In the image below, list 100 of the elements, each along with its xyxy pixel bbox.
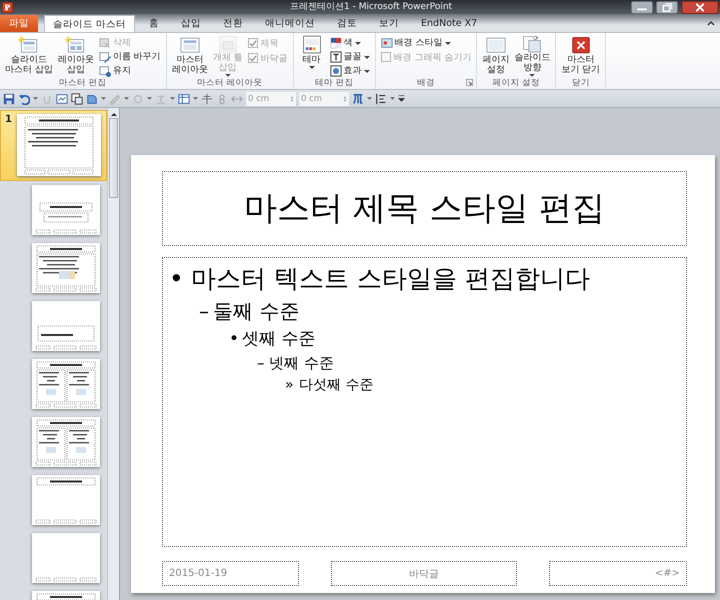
group-label: 닫기 [572,77,590,89]
slide-thumbnail[interactable] [32,185,100,235]
caret-icon [529,74,536,77]
slide-thumbnail[interactable] [32,243,100,293]
group-label: 페이지 설정 [492,77,540,89]
slide-number: 1 [5,114,13,125]
slide-thumbnail[interactable] [17,114,101,176]
footer-date: 2015-01-19 [169,568,228,579]
title-placeholder[interactable]: 마스터 제목 스타일 편집 [162,171,687,246]
ribbon-tab[interactable]: 전환 [215,15,252,32]
slide-thumbnail[interactable] [32,359,100,409]
customize-icon[interactable] [398,95,405,102]
group-label: 테마 편집 [314,77,354,89]
group-label: 마스터 레이아웃 [196,77,263,89]
close-icon[interactable] [680,0,720,14]
restore-icon[interactable] [655,0,679,14]
ribbon-button[interactable]: 마스터 보기 닫기 [559,34,602,77]
app-icon[interactable] [2,2,13,12]
footer-placeholder[interactable]: 바닥글 [330,561,518,586]
body-text: 마스터 텍스트 스타일을 편집합니다 [191,263,590,295]
checkbox-label: 배경 그래픽 숨기기 [394,52,472,64]
page-number-placeholder[interactable]: <#> [549,561,687,586]
caret-icon[interactable] [170,97,175,100]
ribbon-tab[interactable]: 홈 [141,15,168,32]
caret-icon [364,56,370,58]
slide-thumbnail[interactable] [32,475,100,525]
ribbon-button[interactable]: 페이지 설정 [480,34,512,77]
ribbon-tab[interactable]: 애니메이션 [257,15,324,32]
date-placeholder[interactable]: 2015-01-19 [162,561,299,586]
body-placeholder[interactable]: • 마스터 텍스트 스타일을 편집합니다 – 둘째 수준 • 셋째 수준 – 넷째 수준 » 다섯째 수준 [162,257,687,547]
ribbon-button[interactable]: 색 [328,36,372,49]
ribbon-tab[interactable]: 삽입 [173,15,210,32]
arrange-icon[interactable] [71,92,83,104]
group-label: 배경 [416,77,435,89]
shape-icon[interactable] [86,92,98,104]
ribbon-button[interactable]: 이름 바꾸기 [96,50,163,63]
body-text: 넷째 수준 [269,353,334,374]
page-number: <#> [654,568,680,579]
ribbon-button[interactable]: 유지 [96,64,163,77]
slide-thumbnail[interactable] [32,301,100,351]
collapse-ribbon-icon[interactable] [707,20,715,26]
ribbon-tab[interactable]: 검토 [329,15,366,32]
ribbon-tab[interactable]: 보기 [371,15,408,32]
footer-text: 바닥글 [409,568,439,580]
paragraph-icon[interactable] [375,92,387,104]
background-icon [380,36,393,48]
minimize-icon[interactable] [630,0,654,14]
slide-thumbnail[interactable] [32,533,100,583]
caret-icon[interactable] [390,97,395,100]
body-text: 셋째 수준 [242,328,316,351]
delete-icon [98,36,111,48]
scroll-thumb[interactable] [109,118,118,198]
scrollbar[interactable] [107,108,119,600]
bullet: • [169,263,185,295]
bullet: – [199,298,210,325]
spinner-icon[interactable] [290,94,294,102]
pin-icon [98,64,111,76]
caret-icon[interactable] [367,97,372,100]
dialog-launcher-icon[interactable] [466,79,474,86]
bullet: – [257,353,266,374]
align-icon[interactable] [201,92,213,104]
rename-icon [98,50,111,62]
caret-icon [354,42,361,44]
window-title: 프레젠테이션1 - Microsoft PowerPoint [290,1,452,13]
caret-icon [364,70,370,72]
ribbon-button[interactable]: 글꼴 [328,50,372,63]
caret-icon[interactable] [193,97,198,100]
font-icon [330,50,342,62]
ribbon-button[interactable]: 마스터 레이아웃 [170,34,210,77]
equation-icon[interactable] [352,92,364,104]
body-text: 다섯째 수준 [299,376,374,395]
bullet: » [285,376,295,395]
slide-thumbnail[interactable] [32,417,100,467]
ribbon-button[interactable]: 효과 [328,64,372,77]
caret-icon [224,74,231,77]
ribbon-button[interactable]: 배경 스타일 [378,36,474,49]
checkbox-label: 바닥글 [260,52,288,64]
spinner-icon[interactable] [343,94,347,102]
picture-icon[interactable] [56,92,68,104]
caret-icon[interactable] [101,97,106,100]
caret-icon [444,42,450,44]
caret-icon[interactable] [124,97,129,100]
ribbon-button[interactable]: 테마 [296,34,327,77]
caret-icon [308,66,315,69]
table-icon[interactable] [178,92,190,104]
checkbox-label: 제목 [260,38,279,50]
effects-icon [330,64,342,76]
save-icon[interactable] [3,92,15,104]
ribbon-tab[interactable]: EndNote X7 [413,15,486,32]
caret-icon[interactable] [33,97,38,100]
undo-icon[interactable] [18,92,30,104]
ribbon-button[interactable]: 레이아웃 삽입 [56,34,96,77]
caret-icon[interactable] [147,97,152,100]
bullet: • [229,328,240,351]
body-text: 둘째 수준 [213,298,300,325]
ribbon-tab[interactable]: 슬라이드 마스터 [44,15,136,32]
ribbon-button[interactable]: 슬라이드 마스터 삽입 [3,34,55,77]
ribbon-button[interactable]: 슬라이드 방향 [512,34,552,77]
color-palette-icon [330,36,342,48]
group-label: 마스터 편집 [59,77,107,89]
